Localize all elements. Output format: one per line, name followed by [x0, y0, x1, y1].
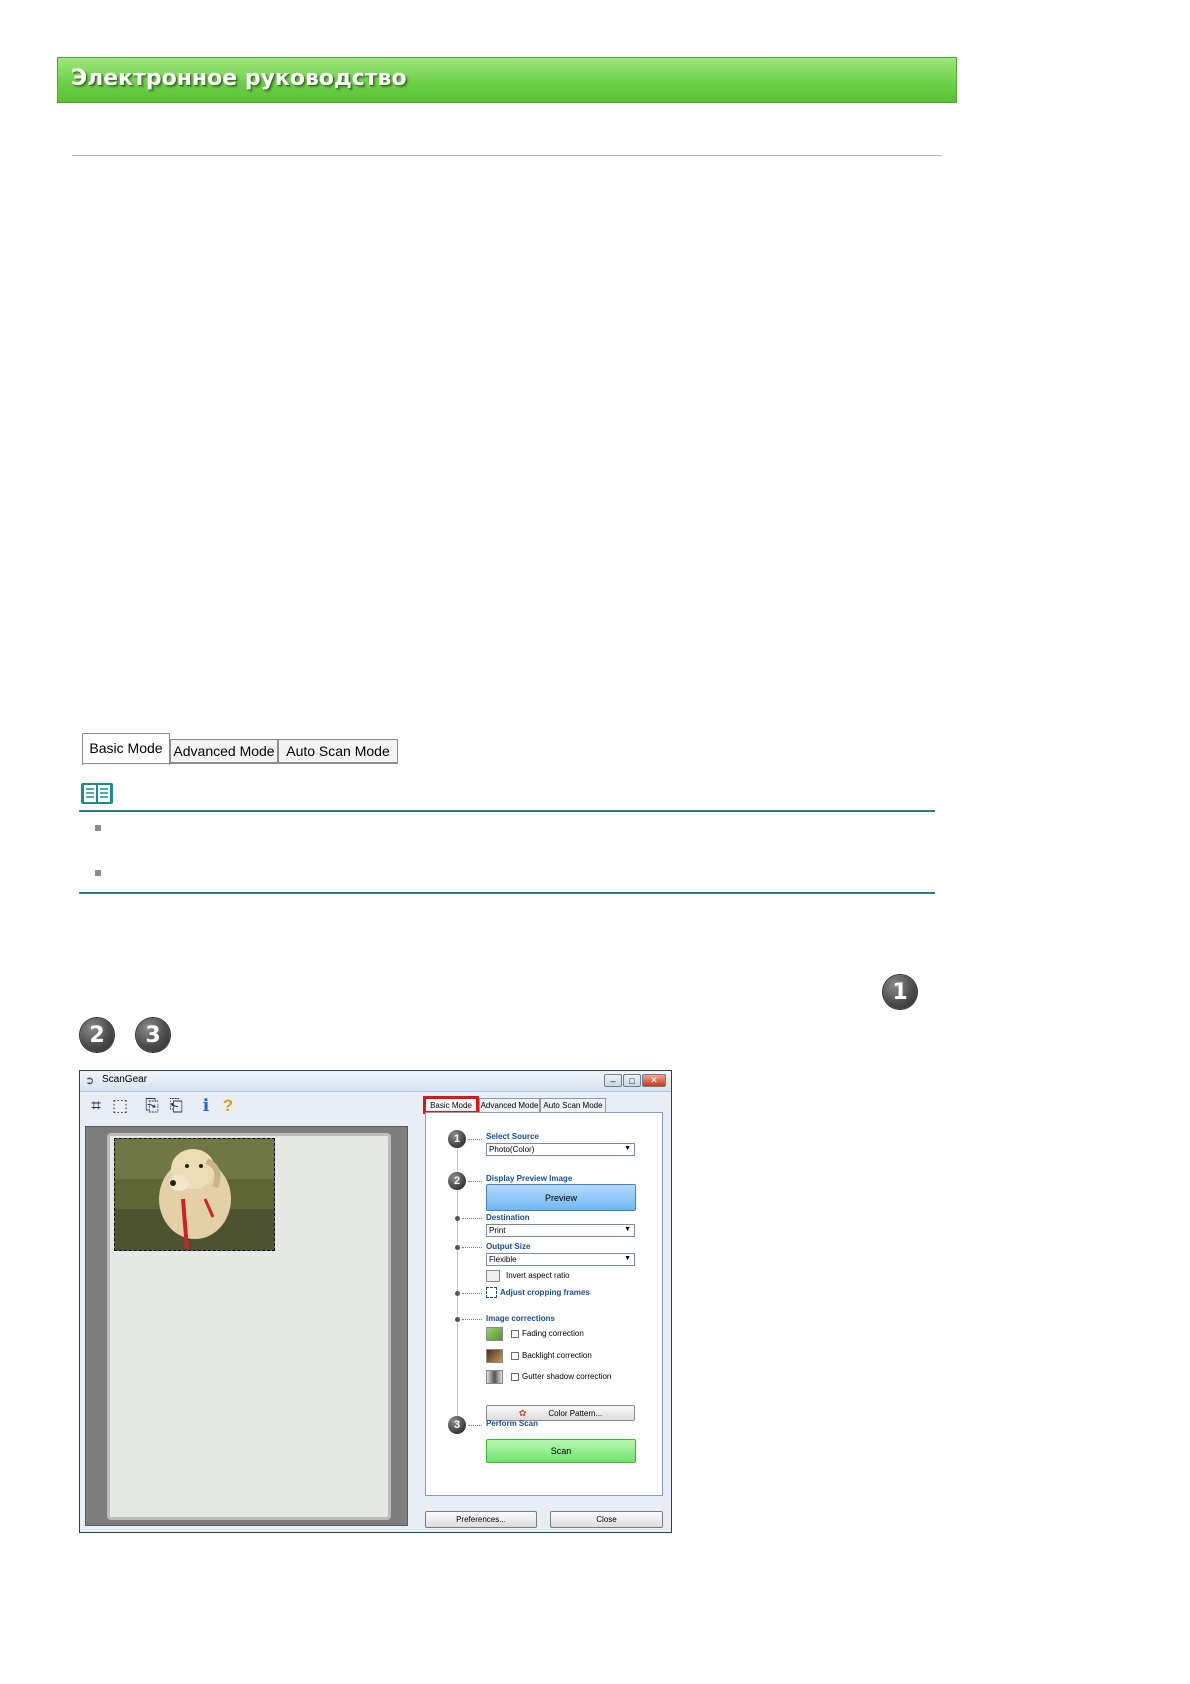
gutter-shadow-icon: [486, 1370, 503, 1384]
scan-button[interactable]: Scan: [486, 1439, 636, 1463]
remove-crop-icon[interactable]: ⬚: [110, 1096, 130, 1116]
output-size-label: Output Size: [486, 1242, 531, 1251]
gutter-shadow-checkbox[interactable]: [511, 1373, 519, 1381]
mode-tab-advanced[interactable]: Advanced Mode: [170, 739, 278, 763]
note-bottom-rule: [79, 892, 935, 894]
chevron-down-icon: ▼: [624, 1145, 631, 1152]
chevron-down-icon: ▼: [624, 1255, 631, 1262]
dotted-connector: [468, 1181, 482, 1183]
crop-frame-icon: [486, 1287, 497, 1298]
image-corrections-label: Image corrections: [486, 1314, 555, 1323]
minimize-button[interactable]: –: [604, 1074, 622, 1087]
note-book-icon: [80, 780, 114, 806]
step-dot: [455, 1245, 460, 1250]
fading-correction-checkbox[interactable]: [511, 1330, 519, 1338]
destination-combo[interactable]: Print ▼: [486, 1224, 635, 1237]
backlight-correction-label: Backlight correction: [522, 1351, 592, 1360]
info-icon[interactable]: ℹ: [196, 1096, 216, 1116]
mode-tabs-illustration: Basic Mode Advanced Mode Auto Scan Mode: [82, 733, 398, 767]
select-source-value: Photo(Color): [489, 1145, 535, 1154]
output-size-value: Flexible: [489, 1255, 517, 1264]
step-2-icon: 2: [448, 1172, 466, 1190]
window-titlebar: ➲ ScanGear – □ ✕: [80, 1071, 671, 1092]
tab-auto-scan-mode[interactable]: Auto Scan Mode: [540, 1098, 606, 1113]
preferences-button[interactable]: Preferences...: [425, 1511, 537, 1528]
mode-tab-auto-scan[interactable]: Auto Scan Mode: [278, 739, 398, 763]
header-title: Электронное руководство: [71, 66, 407, 91]
note-top-rule: [79, 810, 935, 812]
fading-correction-icon: [486, 1327, 503, 1341]
preview-button[interactable]: Preview: [486, 1184, 636, 1211]
scangear-window: ➲ ScanGear – □ ✕ ⌗ ⬚ ⎘ ⎗ ℹ ? Basic Mode …: [79, 1070, 672, 1533]
step-number-3: 3: [136, 1018, 170, 1052]
output-size-combo[interactable]: Flexible ▼: [486, 1253, 635, 1266]
preview-photo-dog[interactable]: [114, 1138, 275, 1251]
backlight-correction-icon: [486, 1349, 503, 1363]
dotted-connector: [462, 1247, 482, 1249]
invert-aspect-ratio-icon[interactable]: [486, 1270, 500, 1282]
dotted-connector: [462, 1218, 482, 1220]
note-bullet: [95, 825, 101, 831]
step-number-2: 2: [80, 1018, 114, 1052]
crop-icon[interactable]: ⌗: [86, 1096, 106, 1116]
mode-tab-basic[interactable]: Basic Mode: [82, 733, 170, 765]
chevron-down-icon: ▼: [624, 1226, 631, 1233]
rotate-right-icon[interactable]: ⎗: [166, 1096, 186, 1116]
basic-mode-panel: 1 Select Source Photo(Color) ▼ 2 Display …: [425, 1112, 663, 1496]
dotted-connector: [468, 1425, 482, 1427]
destination-value: Print: [489, 1226, 506, 1235]
header-banner: Электронное руководство: [57, 57, 957, 103]
close-window-button[interactable]: ✕: [642, 1074, 666, 1087]
step-3-icon: 3: [448, 1416, 466, 1434]
perform-scan-label: Perform Scan: [486, 1419, 539, 1428]
window-title: ScanGear: [102, 1074, 148, 1085]
step-number-1: 1: [883, 975, 917, 1009]
toolbar: ⌗ ⬚ ⎘ ⎗ ℹ ?: [84, 1093, 414, 1119]
step-dot: [455, 1317, 460, 1322]
dotted-connector: [468, 1139, 482, 1141]
step-1-icon: 1: [448, 1130, 466, 1148]
gutter-shadow-label: Gutter shadow correction: [522, 1372, 612, 1381]
close-button[interactable]: Close: [550, 1511, 663, 1528]
mode-tabs-baseline: [82, 763, 398, 764]
step-dot: [455, 1216, 460, 1221]
top-divider: [72, 155, 942, 156]
select-source-combo[interactable]: Photo(Color) ▼: [486, 1143, 635, 1156]
note-bullet: [95, 870, 101, 876]
display-preview-label: Display Preview Image: [486, 1174, 573, 1183]
scangear-logo-icon: ➲: [85, 1075, 95, 1087]
dotted-connector: [462, 1293, 482, 1295]
fading-correction-label: Fading correction: [522, 1329, 584, 1338]
destination-label: Destination: [486, 1213, 530, 1222]
color-pattern-label: Color Pattern...: [548, 1408, 603, 1418]
color-pattern-icon: ✿: [518, 1407, 527, 1418]
select-source-label: Select Source: [486, 1132, 539, 1141]
tab-advanced-mode[interactable]: Advanced Mode: [479, 1098, 540, 1113]
invert-aspect-ratio-label: Invert aspect ratio: [506, 1271, 570, 1280]
backlight-correction-checkbox[interactable]: [511, 1352, 519, 1360]
adjust-cropping-link[interactable]: Adjust cropping frames: [500, 1288, 590, 1297]
dotted-connector: [462, 1319, 482, 1321]
rotate-left-icon[interactable]: ⎘: [142, 1096, 162, 1116]
step-dot: [455, 1291, 460, 1296]
help-icon[interactable]: ?: [218, 1096, 238, 1116]
maximize-button[interactable]: □: [623, 1074, 641, 1087]
